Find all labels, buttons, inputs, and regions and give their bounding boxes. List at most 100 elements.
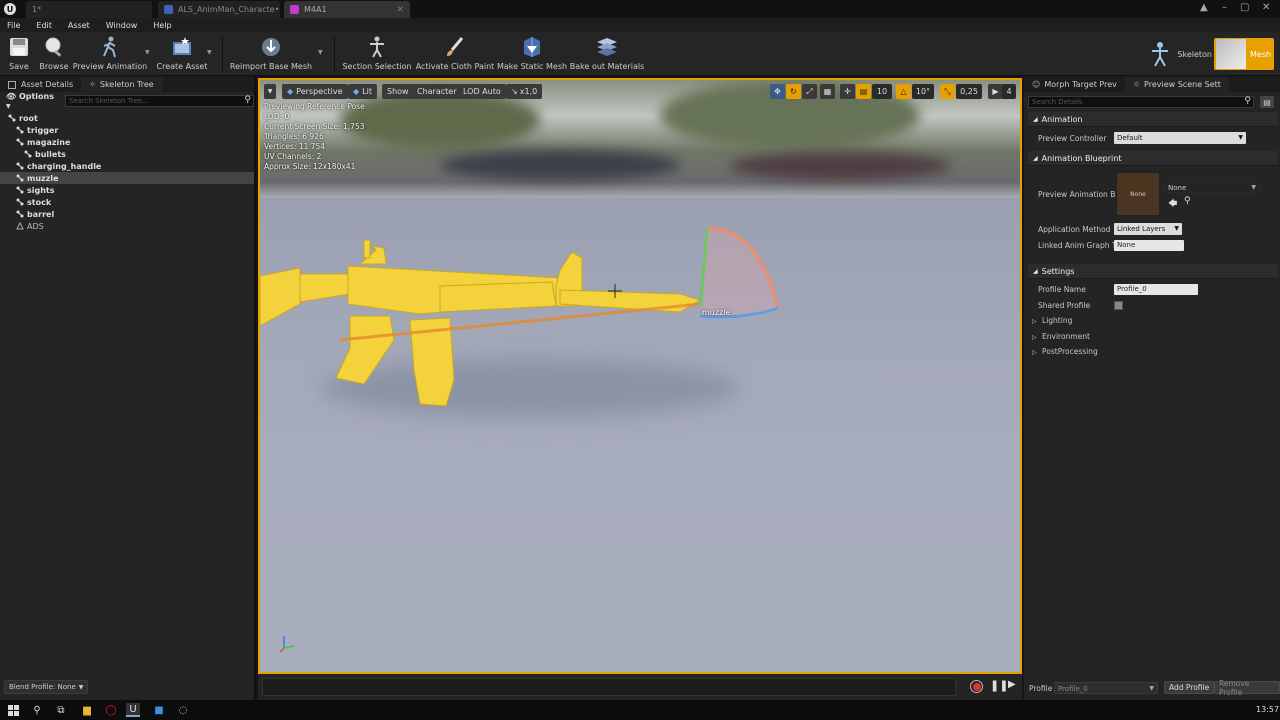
record-icon[interactable]	[970, 680, 983, 693]
tree-row-stock[interactable]: stock	[0, 196, 254, 208]
character-button[interactable]: Character	[412, 84, 462, 99]
maximize-icon[interactable]: ▢	[1240, 2, 1249, 13]
grid-snap-icon[interactable]: ▤	[856, 84, 871, 99]
feedback-icon[interactable]: ▲	[1200, 2, 1208, 13]
chevron-down-icon[interactable]: ▼	[318, 49, 323, 56]
timeline-scrubber[interactable]	[262, 678, 956, 696]
make-static-mesh-button[interactable]: Make Static Mesh	[497, 32, 567, 76]
browse-button[interactable]: Browse	[38, 32, 70, 76]
rotate-icon[interactable]: ↻	[786, 84, 801, 99]
task-view-icon[interactable]: ⧉	[54, 703, 68, 717]
mesh-mode-button[interactable]: Mesh	[1214, 38, 1274, 70]
anim-bp-asset-dropdown[interactable]: None ▼	[1164, 181, 1260, 193]
show-button[interactable]: Show	[382, 84, 414, 99]
profile-name-input[interactable]: Profile_0	[1114, 284, 1198, 295]
tree-row-muzzle[interactable]: muzzle	[0, 172, 254, 184]
forward-icon[interactable]: ▶	[1008, 679, 1016, 690]
environment-group[interactable]: ▷ Environment	[1032, 332, 1090, 341]
remove-profile-button[interactable]: Remove Profile	[1214, 679, 1280, 697]
opera-icon[interactable]: ◯	[104, 703, 118, 717]
viewport[interactable]: muzzle ▼ ◆ Perspective ◆ Lit Show Charac…	[258, 78, 1022, 674]
chevron-down-icon[interactable]: ▼	[145, 49, 150, 56]
shared-profile-checkbox[interactable]	[1114, 301, 1123, 310]
playback-speed-button[interactable]: ↘ x1,0	[506, 84, 543, 99]
menu-asset[interactable]: Asset	[68, 21, 90, 30]
save-icon	[7, 35, 31, 59]
skeleton-search-input[interactable]: Search Skeleton Tree... ⚲	[64, 95, 254, 107]
application-method-dropdown[interactable]: Linked Layers ▼	[1114, 223, 1182, 235]
tree-row-root[interactable]: root	[0, 112, 254, 124]
tab-anim-blueprint[interactable]: ALS_AnimMan_Characte•	[158, 1, 280, 18]
save-button[interactable]: Save	[6, 32, 32, 76]
windows-start-icon[interactable]	[6, 703, 20, 717]
tree-row-magazine[interactable]: magazine	[0, 136, 254, 148]
chevron-down-icon: ▼	[267, 88, 273, 95]
tree-row-bullets[interactable]: bullets	[0, 148, 254, 160]
create-asset-button[interactable]: Create Asset	[157, 32, 208, 76]
scale-icon[interactable]: ⤢	[802, 84, 817, 99]
minimize-icon[interactable]: –	[1222, 2, 1227, 13]
preview-controller-dropdown[interactable]: Default ▼	[1114, 132, 1246, 144]
activate-cloth-paint-button[interactable]: Activate Cloth Paint	[416, 32, 494, 76]
tab-skeletal-mesh[interactable]: M4A1 ✕	[284, 1, 410, 18]
app-icon[interactable]: ◌	[176, 703, 190, 717]
search-icon[interactable]: ⚲	[30, 703, 44, 717]
rotation-snap-icon[interactable]: △	[896, 84, 911, 99]
section-animation-blueprint[interactable]: ◢ Animation Blueprint	[1028, 151, 1278, 166]
viewport-options-button[interactable]: ▼	[264, 84, 276, 99]
tab-asset-details[interactable]: Asset Details	[0, 77, 82, 92]
file-explorer-icon[interactable]: ▆	[80, 703, 94, 717]
section-selection-button[interactable]: Section Selection	[342, 32, 412, 76]
pause-icon[interactable]: ❚❚	[990, 679, 1008, 692]
reimport-base-mesh-button[interactable]: Reimport Base Mesh	[230, 32, 312, 76]
options-button[interactable]: 👁 Options ▼	[6, 92, 59, 110]
menu-window[interactable]: Window	[106, 21, 138, 30]
perspective-button[interactable]: ◆ Perspective	[282, 84, 348, 99]
unreal-engine-icon[interactable]: U	[126, 703, 140, 717]
tab-preview-scene-settings[interactable]: ☼ Preview Scene Sett	[1124, 77, 1229, 92]
tree-row-charging-handle[interactable]: charging_handle	[0, 160, 254, 172]
postprocessing-group[interactable]: ▷ PostProcessing	[1032, 347, 1098, 356]
lod-button[interactable]: LOD Auto	[458, 84, 506, 99]
tree-row-sights[interactable]: sights	[0, 184, 254, 196]
use-selected-icon[interactable]: 🡄	[1168, 196, 1177, 212]
add-profile-button[interactable]: Add Profile	[1164, 681, 1215, 694]
scale-snap-icon[interactable]: ⤡	[940, 84, 955, 99]
menu-help[interactable]: Help	[153, 21, 171, 30]
tree-row-ads[interactable]: ADS	[0, 220, 254, 232]
lit-button[interactable]: ◆ Lit	[348, 84, 377, 99]
surface-snap-icon[interactable]: ✛	[840, 84, 855, 99]
section-animation[interactable]: ◢ Animation	[1028, 112, 1278, 127]
profile-dropdown[interactable]: Profile_0 ▼	[1054, 682, 1158, 694]
view-options-icon[interactable]: ▤	[1260, 96, 1274, 108]
close-icon[interactable]: ✕	[1262, 2, 1270, 13]
details-search-placeholder: Search Details	[1032, 98, 1083, 106]
skeleton-mode-button[interactable]: Skeleton	[1146, 38, 1212, 70]
blend-profile-dropdown[interactable]: Blend Profile: None ▼	[4, 680, 89, 694]
rotation-snap-value[interactable]: 10°	[912, 84, 934, 99]
linked-anim-graph-tag-input[interactable]: None	[1114, 240, 1184, 251]
camera-speed-value[interactable]: 4	[1002, 84, 1016, 99]
tree-row-trigger[interactable]: trigger	[0, 124, 254, 136]
lighting-group[interactable]: ▷ Lighting	[1032, 316, 1072, 325]
tab-level[interactable]: 1*	[26, 1, 152, 18]
camera-speed-icon[interactable]: ▶	[988, 84, 1003, 99]
close-tab-icon[interactable]: ✕	[396, 5, 404, 15]
grid-snap-value[interactable]: 10	[872, 84, 892, 99]
anim-bp-thumbnail[interactable]: None	[1116, 172, 1160, 216]
app-icon[interactable]: ■	[152, 703, 166, 717]
tree-row-barrel[interactable]: barrel	[0, 208, 254, 220]
section-settings[interactable]: ◢ Settings	[1028, 264, 1278, 279]
tab-skeleton-tree[interactable]: ✧ Skeleton Tree	[81, 77, 162, 92]
details-search-input[interactable]: Search Details ⚲	[1028, 96, 1254, 108]
browse-icon[interactable]: ⚲	[1184, 196, 1191, 206]
tab-morph-target-preview[interactable]: ☺ Morph Target Prev	[1024, 77, 1125, 92]
bake-out-materials-button[interactable]: Bake out Materials	[570, 32, 644, 76]
menu-file[interactable]: File	[7, 21, 20, 30]
menu-edit[interactable]: Edit	[36, 21, 52, 30]
scale-snap-value[interactable]: 0,25	[956, 84, 982, 99]
world-local-icon[interactable]: ▦	[820, 84, 835, 99]
chevron-down-icon[interactable]: ▼	[207, 49, 212, 56]
preview-animation-button[interactable]: Preview Animation	[73, 32, 147, 76]
translate-icon[interactable]: ✥	[770, 84, 785, 99]
